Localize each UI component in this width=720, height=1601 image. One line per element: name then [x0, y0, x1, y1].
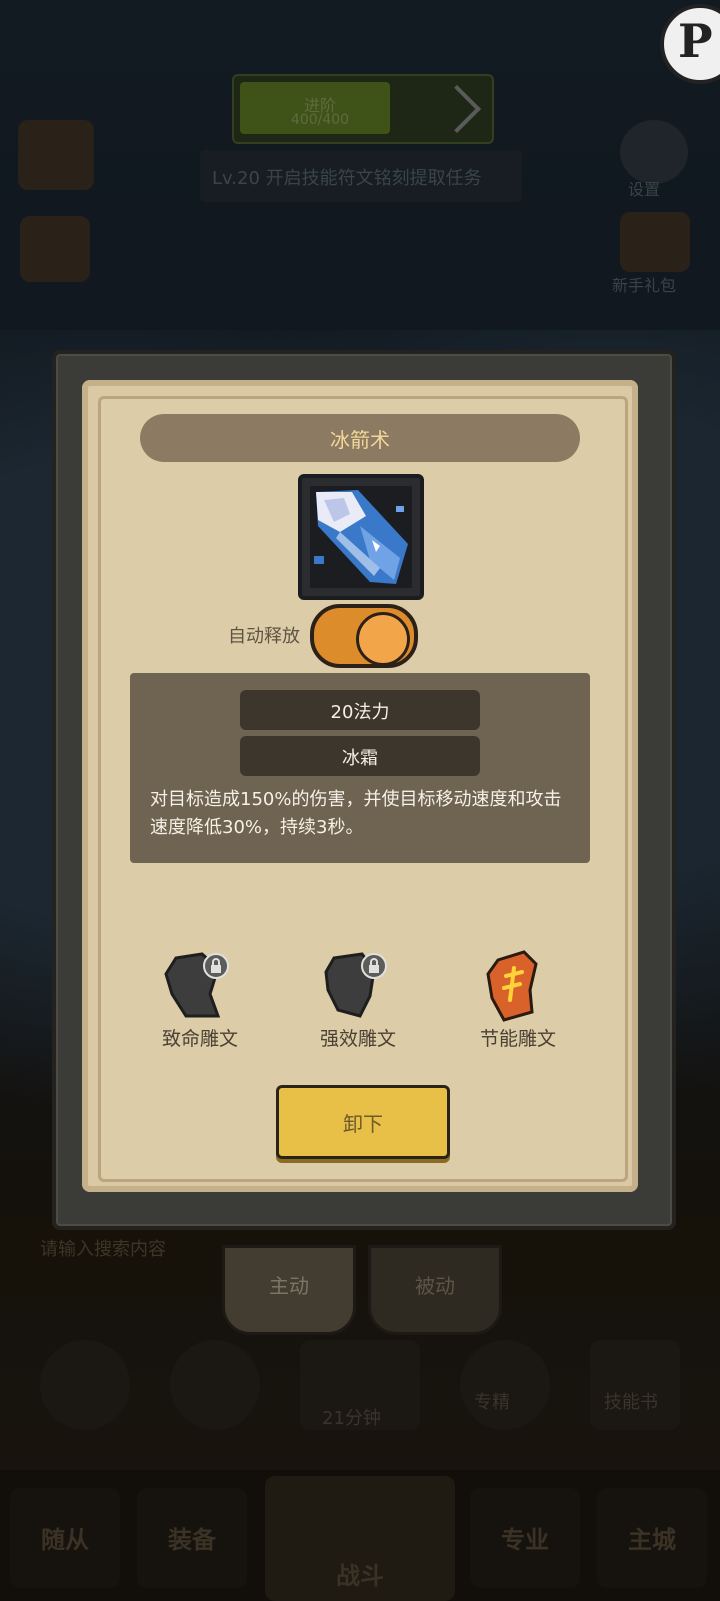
chest-icon	[18, 120, 94, 190]
nav-label: 装备	[168, 1526, 216, 1554]
rune-lethal[interactable]: 致命雕文	[140, 950, 260, 1060]
tab-active-label: 主动	[269, 1274, 309, 1298]
mana-cost-pill: 20法力	[240, 690, 480, 730]
element-text: 冰霜	[342, 748, 378, 769]
rune-efficient[interactable]: 节能雕文	[458, 950, 578, 1060]
nav-profession: 专业	[470, 1488, 580, 1588]
specialty-label: 专精	[474, 1392, 510, 1413]
newbie-gift-label: 新手礼包	[612, 276, 677, 295]
tab-passive-skills: 被动	[368, 1245, 502, 1335]
tab-passive-label: 被动	[415, 1274, 455, 1298]
bg-skill-slot	[590, 1340, 680, 1430]
skill-description: 对目标造成150%的伤害，并使目标移动速度和攻击速度降低30%，持续3秒。	[150, 789, 562, 838]
rune-label: 节能雕文	[479, 1028, 556, 1050]
nav-label: 战斗	[336, 1562, 384, 1590]
skill-book-label: 技能书	[604, 1392, 658, 1413]
task-banner: Lv.20 开启技能符文铭刻提取任务	[200, 150, 522, 202]
timer-text: 21分钟	[322, 1408, 381, 1429]
search-placeholder: 请输入搜索内容	[40, 1239, 166, 1260]
skill-icon-frame	[298, 474, 424, 600]
rune-label: 致命雕文	[161, 1028, 238, 1050]
element-pill: 冰霜	[240, 736, 480, 776]
locked-rune-stone-icon	[164, 952, 229, 1018]
bg-skill-slot	[460, 1340, 550, 1430]
ice-arrow-icon	[310, 486, 412, 588]
unload-button[interactable]: 卸下	[276, 1085, 450, 1159]
settings-label: 设置	[628, 180, 661, 199]
nav-battle: 战斗	[265, 1476, 455, 1601]
advance-button-progress: 400/400	[290, 112, 350, 128]
nav-label: 专业	[501, 1526, 549, 1554]
house-icon	[20, 216, 90, 282]
task-text: Lv.20 开启技能符文铭刻提取任务	[212, 168, 482, 189]
locked-rune-stone-icon	[324, 952, 387, 1018]
skill-title: 冰箭术	[330, 428, 390, 452]
advance-button: 进阶 400/400	[232, 74, 494, 144]
nav-followers: 随从	[10, 1488, 120, 1588]
nav-label: 主城	[628, 1526, 676, 1554]
bg-skill-slot	[170, 1340, 260, 1430]
gift-book-icon	[620, 212, 690, 272]
auto-cast-label: 自动释放	[228, 626, 300, 647]
tab-active-skills: 主动	[222, 1245, 356, 1335]
mana-cost-text: 20法力	[330, 702, 390, 723]
rune-label: 强效雕文	[319, 1028, 396, 1050]
nav-label: 随从	[41, 1526, 89, 1554]
nav-equipment: 装备	[137, 1488, 247, 1588]
unload-button-label: 卸下	[343, 1112, 383, 1136]
efficient-rune-stone-icon	[486, 950, 538, 1022]
advance-button-fill: 进阶 400/400	[240, 82, 390, 134]
rune-potent[interactable]: 强效雕文	[298, 950, 418, 1060]
bg-skill-slot	[40, 1340, 130, 1430]
swap-arrow-icon	[432, 84, 482, 134]
title-banner: 冰箭术	[140, 414, 580, 462]
toggle-knob	[356, 612, 410, 666]
gear-icon	[620, 120, 688, 184]
nav-main-city: 主城	[597, 1488, 707, 1588]
auto-cast-toggle[interactable]	[310, 604, 418, 668]
